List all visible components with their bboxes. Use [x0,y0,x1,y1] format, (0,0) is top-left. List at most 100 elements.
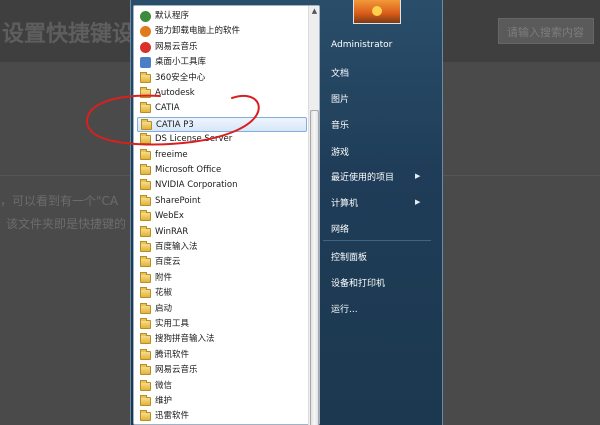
folder-icon [140,133,151,145]
program-item[interactable]: 桌面小工具库 [137,55,307,70]
right-item-documents[interactable]: 文档 [331,66,349,79]
folder-icon [140,395,151,406]
program-item[interactable]: WebEx [137,209,307,224]
program-item[interactable]: 搜狗拼音输入法 [137,332,307,347]
background-text-line-1: ，可以看到有一个"CA [0,194,119,208]
folder-icon [141,118,152,130]
folder-icon [140,410,151,422]
program-item[interactable]: 附件 [137,271,307,286]
program-item-label: WebEx [155,211,184,222]
program-item[interactable]: 百度输入法 [137,240,307,255]
programs-scrollbar[interactable]: ▲ [308,6,319,425]
right-item-devices[interactable]: 设备和打印机 [331,276,385,289]
program-item[interactable]: DS License Server [137,132,307,147]
folder-icon [140,364,151,376]
program-item-label: 启动 [155,303,173,314]
right-item-control-panel[interactable]: 控制面板 [331,250,367,263]
folder-icon [140,348,151,360]
program-item[interactable]: 360安全中心 [137,71,307,86]
folder-icon [140,164,151,175]
right-pane-separator [323,240,431,241]
program-item[interactable]: 迅雷软件 [137,409,307,424]
program-item-label: freeime [155,149,188,160]
program-item-label: 迅雷软件 [155,411,190,422]
program-item[interactable]: SharePoint [137,194,307,209]
folder-icon [140,179,151,191]
program-item[interactable]: WinRAR [137,225,307,240]
recent-arrow-icon: ▶ [415,172,421,180]
program-item[interactable]: 维护 [137,394,307,409]
gadgets-icon [140,57,151,69]
program-item[interactable]: 启动 [137,302,307,317]
scroll-thumb[interactable] [310,110,319,425]
folder-icon [140,333,151,345]
uninstaller-icon [140,26,151,38]
right-item-music[interactable]: 音乐 [331,118,349,131]
folder-icon [140,271,151,283]
program-item-label: NVIDIA Corporation [155,180,238,191]
program-item-label: 网易云音乐 [155,41,198,52]
folder-icon [140,210,151,222]
program-item-label: SharePoint [155,195,201,206]
program-item-label: 微信 [155,380,173,391]
folder-icon [140,225,151,237]
folder-icon [140,87,151,98]
program-item-label: WinRAR [155,226,189,237]
program-item-label: CATIA [155,103,180,114]
folder-icon [140,302,151,314]
program-item-label: 百度云 [155,257,181,268]
program-item[interactable]: Autodesk [137,86,307,101]
right-item-games[interactable]: 游戏 [331,145,349,158]
program-item-label: Microsoft Office [155,165,222,175]
program-item-label: 默认程序 [155,11,190,21]
program-item[interactable]: NVIDIA Corporation [137,178,307,193]
folder-icon [140,194,151,206]
program-item[interactable]: 强力卸载电脑上的软件 [137,24,307,39]
background-text-line-2: 该文件夹即是快捷键的 [6,217,127,231]
program-item[interactable]: freeime [137,148,307,163]
program-item-label: 维护 [155,396,173,406]
program-item-label: DS License Server [155,134,233,145]
program-item-label: 附件 [155,272,173,283]
program-item-label: 腾讯软件 [155,349,190,360]
user-avatar[interactable] [353,0,401,24]
right-item-run[interactable]: 运行... [331,302,358,315]
computer-arrow-icon: ▶ [415,198,421,206]
right-item-computer[interactable]: 计算机 [331,196,358,209]
right-item-recent[interactable]: 最近使用的项目 [331,170,394,183]
background-search-placeholder: 请输入搜索内容 [507,26,584,39]
program-item[interactable]: 默认程序 [137,9,307,24]
program-item-label: 花椒 [155,288,173,299]
program-item[interactable]: 网易云音乐 [137,363,307,378]
program-item-label: 搜狗拼音输入法 [155,334,215,345]
right-item-network[interactable]: 网络 [331,222,349,235]
program-item[interactable]: Microsoft Office [137,163,307,178]
program-item[interactable]: 网易云音乐 [137,40,307,55]
folder-icon [140,287,151,299]
scroll-up-icon[interactable]: ▲ [309,6,320,17]
default-programs-icon [140,11,151,22]
folder-icon [140,318,151,329]
program-item[interactable]: 花椒 [137,286,307,301]
folder-icon [140,241,151,252]
right-item-pictures[interactable]: 图片 [331,92,349,105]
program-item[interactable]: 百度云 [137,255,307,270]
program-item[interactable]: 微信 [137,379,307,394]
folder-icon [140,102,151,114]
folder-icon [140,256,151,268]
program-item-label: Autodesk [155,88,195,98]
folder-icon [140,148,151,160]
program-item-label: 360安全中心 [155,72,206,83]
folder-icon [140,71,151,83]
folder-icon [140,379,151,391]
netease-music-icon [140,41,151,53]
program-item-label: 实用工具 [155,319,190,329]
program-item[interactable]: CATIA [137,101,307,116]
program-item[interactable]: 腾讯软件 [137,348,307,363]
program-item-label: 桌面小工具库 [155,57,207,68]
right-item-user[interactable]: Administrator [331,40,392,50]
program-item[interactable]: 实用工具 [137,317,307,332]
background-search-box[interactable]: 请输入搜索内容 [498,18,594,44]
program-item-label: 网易云音乐 [155,365,198,376]
program-item[interactable]: CATIA P3 [137,116,307,132]
